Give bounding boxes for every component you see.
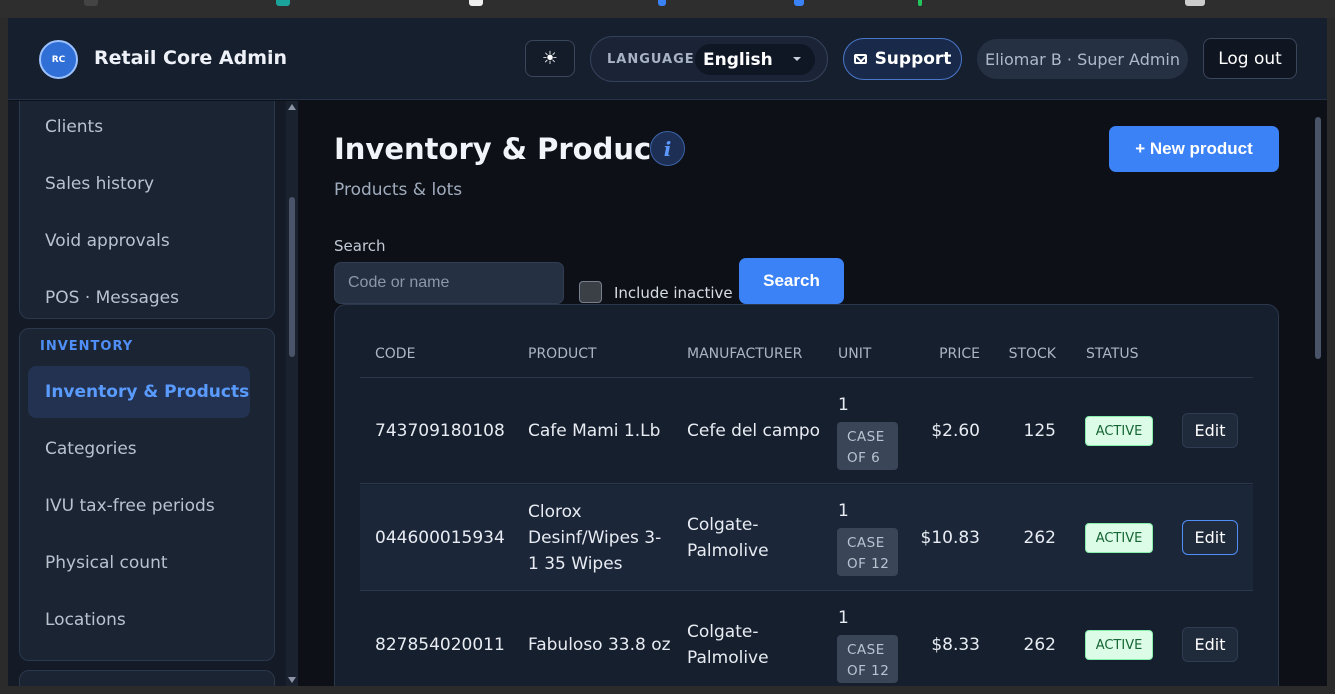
sidebar-item-categories[interactable]: Categories xyxy=(28,423,250,475)
edit-button[interactable]: Edit xyxy=(1182,627,1238,662)
page-title: Inventory & Products xyxy=(334,132,683,166)
cell-product: Clorox Desinf/Wipes 3-1 35 Wipes xyxy=(528,502,662,574)
app-logo-icon[interactable]: RC xyxy=(39,40,78,79)
cell-price: $2.60 xyxy=(931,421,980,441)
cell-stock: 262 xyxy=(1023,635,1056,655)
cell-manufacturer: Colgate-Palmolive xyxy=(687,515,769,561)
unit-badge: CASE OF 12 xyxy=(837,635,898,683)
theme-toggle-button[interactable]: ☀ xyxy=(525,40,575,77)
cell-code: 743709180108 xyxy=(375,421,505,441)
sidebar-item-sales-history[interactable]: Sales history xyxy=(28,158,250,210)
support-label: Support xyxy=(874,49,952,69)
sidebar-card-purchases xyxy=(19,670,275,686)
cell-stock: 125 xyxy=(1023,421,1056,441)
sidebar-item-clients[interactable]: Clients xyxy=(28,101,250,153)
page-subtitle: Products & lots xyxy=(334,180,463,200)
search-input[interactable] xyxy=(334,262,564,304)
chevron-down-icon xyxy=(793,57,801,61)
cell-manufacturer: Cefe del campo xyxy=(687,421,821,441)
column-header-status: STATUS xyxy=(1086,346,1139,362)
tab-icon xyxy=(276,0,290,6)
cell-unit-qty: 1 xyxy=(838,501,849,521)
sidebar-scroll-thumb[interactable] xyxy=(289,197,295,357)
sidebar-item-ivu-tax-free[interactable]: IVU tax-free periods xyxy=(28,480,250,532)
sun-icon: ☀ xyxy=(541,48,559,69)
cell-product: Cafe Mami 1.Lb xyxy=(528,421,661,441)
column-header-stock: STOCK xyxy=(1008,346,1056,362)
cell-code: 827854020011 xyxy=(375,635,505,655)
language-label: LANGUAGE xyxy=(607,52,695,67)
column-header-unit: UNIT xyxy=(838,346,872,362)
cell-unit-qty: 1 xyxy=(838,395,849,415)
status-badge: ACTIVE xyxy=(1085,523,1153,553)
cell-price: $8.33 xyxy=(931,635,980,655)
products-table: CODE PRODUCT MANUFACTURER UNIT PRICE STO… xyxy=(334,304,1279,686)
tab-icon xyxy=(84,0,98,6)
sidebar-item-locations[interactable]: Locations xyxy=(28,594,250,646)
brand-title: Retail Core Admin xyxy=(94,47,288,69)
tab-icon xyxy=(658,0,666,6)
include-inactive-checkbox[interactable] xyxy=(579,281,602,303)
user-chip[interactable]: Eliomar B · Super Admin xyxy=(977,39,1188,79)
sidebar-item-pos-messages[interactable]: POS · Messages xyxy=(28,272,250,324)
tab-icon xyxy=(918,0,922,6)
edit-button[interactable]: Edit xyxy=(1182,520,1238,555)
column-header-product: PRODUCT xyxy=(528,346,597,362)
cell-manufacturer: Colgate-Palmolive xyxy=(687,622,769,668)
new-product-button[interactable]: + New product xyxy=(1109,126,1279,172)
table-row[interactable]: 743709180108 Cafe Mami 1.Lb Cefe del cam… xyxy=(360,378,1253,484)
tab-icon xyxy=(794,0,804,6)
main-scrollbar-thumb[interactable] xyxy=(1315,117,1321,359)
cell-product: Fabuloso 33.8 oz xyxy=(528,635,671,655)
sidebar-item-inventory-products[interactable]: Inventory & Products xyxy=(28,366,250,418)
sidebar: Clients Sales history Void approvals POS… xyxy=(8,101,298,686)
tab-icon xyxy=(469,0,483,6)
cell-unit-qty: 1 xyxy=(838,608,849,628)
logout-button[interactable]: Log out xyxy=(1203,38,1297,79)
language-select[interactable]: English xyxy=(695,44,815,75)
top-header: RC Retail Core Admin ☀ LANGUAGE English … xyxy=(8,18,1327,100)
unit-badge: CASE OF 6 xyxy=(837,422,898,470)
scroll-down-icon[interactable] xyxy=(288,677,296,683)
language-switcher: LANGUAGE English xyxy=(590,36,828,82)
cell-code: 044600015934 xyxy=(375,528,505,548)
search-label: Search xyxy=(334,237,386,255)
column-header-code: CODE xyxy=(375,346,416,362)
unit-badge: CASE OF 12 xyxy=(837,528,898,576)
column-header-price: PRICE xyxy=(939,346,980,362)
sidebar-scrollbar[interactable] xyxy=(286,101,298,686)
info-icon[interactable]: i xyxy=(650,131,685,166)
table-row[interactable]: 827854020011 Fabuloso 33.8 oz Colgate-Pa… xyxy=(360,592,1253,686)
support-button[interactable]: Support xyxy=(843,38,962,80)
scroll-up-icon[interactable] xyxy=(288,104,296,110)
logo-text: RC xyxy=(51,54,66,65)
sidebar-item-physical-count[interactable]: Physical count xyxy=(28,537,250,589)
main-content: Inventory & Products i Products & lots +… xyxy=(298,101,1327,686)
search-button[interactable]: Search xyxy=(739,258,844,304)
table-row[interactable]: 044600015934 Clorox Desinf/Wipes 3-1 35 … xyxy=(360,485,1253,591)
language-value: English xyxy=(703,49,773,70)
cell-price: $10.83 xyxy=(920,528,980,548)
mail-icon xyxy=(853,54,867,64)
include-inactive-label: Include inactive xyxy=(614,284,733,302)
edit-button[interactable]: Edit xyxy=(1182,413,1238,448)
status-badge: ACTIVE xyxy=(1085,630,1153,660)
sidebar-section-inventory: INVENTORY xyxy=(40,339,134,354)
cell-stock: 262 xyxy=(1023,528,1056,548)
browser-tab-strip xyxy=(0,0,1335,18)
sidebar-item-void-approvals[interactable]: Void approvals xyxy=(28,215,250,267)
tab-icon xyxy=(1185,0,1205,6)
column-header-manufacturer: MANUFACTURER xyxy=(687,346,803,362)
status-badge: ACTIVE xyxy=(1085,416,1153,446)
app-window: RC Retail Core Admin ☀ LANGUAGE English … xyxy=(8,18,1327,686)
